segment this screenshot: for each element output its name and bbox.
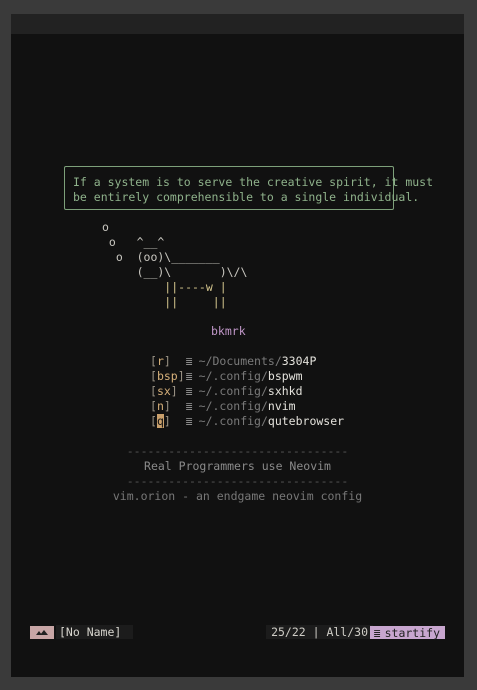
statusline-filename: [No Name] (56, 625, 134, 639)
footer-line-2: vim.orion - an endgame neovim config (112, 489, 363, 503)
list-icon: ≣ (185, 384, 193, 398)
list-icon: ≣ (185, 369, 193, 383)
cow-line-2: o ^__^ (102, 235, 165, 249)
window-titlebar (11, 14, 464, 34)
footer-separator-top: -------------------------------- (126, 444, 349, 458)
bookmark-dir: ~/.config/ (198, 399, 268, 413)
bookmark-key-cursor: q (156, 414, 164, 428)
bookmark-name: nvim (267, 399, 296, 413)
cow-line-4: (__)\ )\/\ (102, 265, 248, 279)
bookmark-name: sxhkd (267, 384, 303, 398)
bookmark-item-3304p[interactable]: [r] ≣ ~/Documents/3304P (150, 354, 344, 369)
cow-line-3: o (oo)\_______ (102, 250, 220, 264)
list-icon: ≣ (185, 354, 193, 368)
bookmark-key: r (156, 354, 164, 368)
list-icon: ≣ (373, 625, 381, 640)
neovim-editor[interactable]: If a system is to serve the creative spi… (11, 34, 464, 677)
bookmark-key: n (156, 399, 164, 413)
statusline-position: 25/22 | All/30 (266, 625, 373, 639)
statusline-filetype-label: startify (384, 625, 440, 640)
bookmark-dir: ~/.config/ (198, 369, 268, 383)
cow-line-5: ||----w | (102, 280, 227, 294)
cow-line-6: || || (102, 295, 227, 309)
bookmark-item-bspwm[interactable]: [bsp]≣ ~/.config/bspwm (150, 369, 344, 384)
bookmark-name: 3304P (281, 354, 317, 368)
bookmark-dir: ~/Documents/ (198, 354, 282, 368)
cow-line-1: o (102, 220, 109, 234)
list-icon: ≣ (185, 414, 193, 428)
bookmark-name: bspwm (267, 369, 303, 383)
bookmark-key: bsp (156, 369, 178, 383)
terminal-window: If a system is to serve the creative spi… (11, 14, 464, 677)
bookmark-item-nvim[interactable]: [n] ≣ ~/.config/nvim (150, 399, 344, 414)
list-icon: ≣ (185, 399, 193, 413)
bookmarks-header: bkmrk (211, 324, 246, 338)
quote-line-2: be entirely comprehensible to a single i… (73, 190, 420, 204)
quote-line-1: If a system is to serve the creative spi… (73, 175, 434, 189)
bookmark-key: sx (156, 384, 171, 398)
startify-quote-box: If a system is to serve the creative spi… (64, 166, 433, 210)
bookmark-dir: ~/.config/ (198, 384, 268, 398)
mountain-icon (30, 626, 54, 639)
bookmark-dir: ~/.config/ (198, 414, 268, 428)
bookmark-list: [r] ≣ ~/Documents/3304P [bsp]≣ ~/.config/b… (150, 354, 344, 429)
bookmark-item-qutebrowser[interactable]: [q] ≣ ~/.config/qutebrowser (150, 414, 344, 429)
bookmark-item-sxhkd[interactable]: [sx] ≣ ~/.config/sxhkd (150, 384, 344, 399)
footer-separator-bottom: -------------------------------- (126, 474, 349, 488)
bookmark-name: qutebrowser (267, 414, 345, 428)
cowsay-art: o o ^__^ o (oo)\_______ (__)\ )\/\ ||---… (102, 220, 247, 310)
statusline-filetype: ≣ startify (369, 625, 445, 640)
statusline: [No Name] 25/22 | All/30 ≣ startify (30, 625, 445, 640)
footer-line-1: Real Programmers use Neovim (144, 459, 331, 473)
